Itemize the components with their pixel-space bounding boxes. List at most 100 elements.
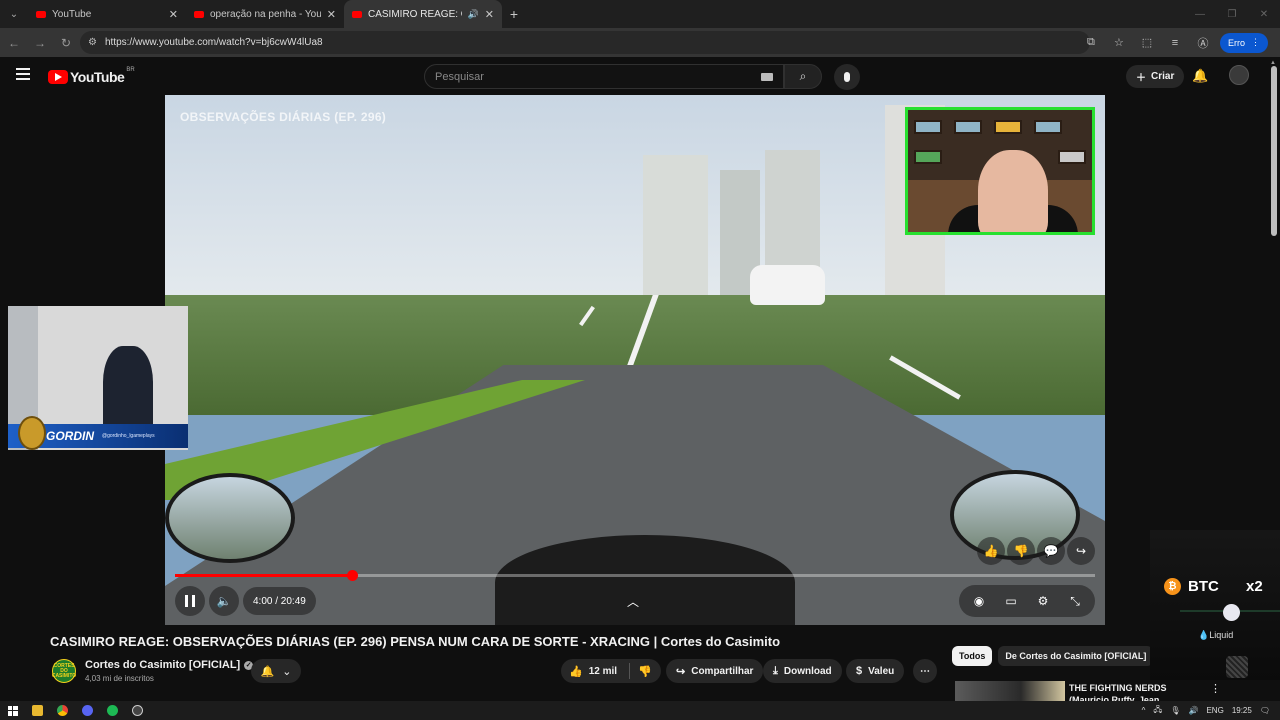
obs-icon[interactable]	[125, 701, 150, 720]
time-display: 4:00 / 20:49	[243, 587, 316, 615]
site-settings-icon[interactable]: ⚙	[88, 37, 97, 48]
volume-tray-icon[interactable]: 🔊	[1189, 706, 1199, 715]
like-count[interactable]: 12 mil	[589, 666, 617, 677]
back-arrow-icon[interactable]: ←	[2, 31, 26, 55]
chip-from-channel[interactable]: De Cortes do Casimito [OFICIAL]	[998, 646, 1154, 666]
keyboard-icon[interactable]	[761, 73, 773, 81]
tab-casimiro-reage[interactable]: CASIMIRO REAGE: OBSERV 🔊 ✕	[344, 0, 502, 28]
install-app-icon[interactable]: ⧉	[1080, 32, 1102, 54]
autoplay-toggle-icon[interactable]: ◉	[965, 587, 993, 615]
subscribed-bell-button[interactable]: 🔔 ⌄	[251, 659, 301, 683]
thumbs-up-icon[interactable]: 👍	[977, 537, 1005, 565]
minimize-icon[interactable]: —	[1184, 0, 1216, 28]
download-button[interactable]: ⤓ Download	[763, 659, 842, 683]
browser-toolbar: ← → ↻ ⚙ https://www.youtube.com/watch?v=…	[0, 28, 1280, 57]
comments-icon[interactable]: 💬	[1037, 537, 1065, 565]
search-input[interactable]: Pesquisar	[424, 64, 784, 89]
kebab-menu-icon[interactable]: ⋮	[1251, 37, 1260, 48]
media-control-icon[interactable]: ≡	[1164, 32, 1186, 54]
liquid-text: Liquid	[1209, 630, 1234, 640]
jersey-shelf	[994, 120, 1022, 134]
create-button[interactable]: ＋ Criar	[1126, 65, 1185, 88]
file-explorer-icon[interactable]	[25, 701, 50, 720]
chevron-up-icon[interactable]: ︿	[627, 593, 639, 610]
tab-operacao-na-penha[interactable]: operação na penha - YouTube ✕	[186, 0, 344, 28]
video-player[interactable]: OBSERVAÇÕES DIÁRIAS (EP. 296) 👍 👎 💬 ↪ 🔈 …	[165, 95, 1105, 625]
spotify-icon[interactable]	[100, 701, 125, 720]
language-indicator[interactable]: ENG	[1206, 706, 1223, 715]
reactor-face	[978, 150, 1048, 232]
share-arrow-icon[interactable]: ↪	[1067, 537, 1095, 565]
close-window-icon[interactable]: ✕	[1248, 0, 1280, 28]
tab-close-icon[interactable]: ✕	[327, 8, 336, 21]
mic-tray-icon[interactable]: 🎙	[1170, 706, 1180, 715]
new-tab-button[interactable]: +	[502, 6, 526, 22]
tab-search-chevron-icon[interactable]: ⌄	[0, 0, 28, 28]
voice-search-button[interactable]	[834, 64, 860, 90]
network-icon[interactable]: 🖧	[1153, 704, 1162, 718]
coin-label: BTC	[1188, 578, 1219, 595]
jersey-shelf	[914, 150, 942, 164]
chrome-icon[interactable]	[50, 701, 75, 720]
notifications-bell-icon[interactable]: 🔔	[1192, 68, 1208, 84]
recommendation-thumbnail[interactable]	[955, 681, 1065, 701]
subtitles-icon[interactable]: ▭	[997, 587, 1025, 615]
youtube-logo[interactable]: YouTube BR	[48, 67, 135, 85]
clock[interactable]: 19:25	[1232, 706, 1252, 715]
search-button[interactable]: ⌕	[784, 64, 822, 89]
reload-icon[interactable]: ↻	[54, 31, 78, 55]
tab-youtube[interactable]: YouTube ✕	[28, 0, 186, 28]
volume-icon[interactable]: 🔈	[209, 586, 239, 616]
profile-icon[interactable]: Ⓐ	[1192, 32, 1214, 54]
browser-tab-bar: ⌄ YouTube ✕ operação na penha - YouTube …	[0, 0, 1280, 28]
tab-close-icon[interactable]: ✕	[169, 8, 178, 21]
start-button[interactable]	[0, 701, 25, 720]
address-bar[interactable]: ⚙ https://www.youtube.com/watch?v=bj6cwW…	[80, 31, 1090, 54]
discord-icon[interactable]	[75, 701, 100, 720]
profile-error-chip[interactable]: Erro ⋮	[1219, 32, 1268, 53]
tray-chevron-icon[interactable]: ^	[1142, 706, 1146, 715]
jersey-shelf	[1034, 120, 1062, 134]
plus-icon: ＋	[1136, 73, 1146, 84]
blockstream-logo-icon	[1226, 656, 1248, 678]
like-icon[interactable]: 👍	[569, 665, 583, 678]
speaker-icon[interactable]: 🔊	[468, 9, 479, 20]
tab-close-icon[interactable]: ✕	[485, 8, 494, 21]
toggle-knob[interactable]	[1223, 604, 1240, 621]
channel-avatar[interactable]: CORTES DO CASIMITO	[52, 659, 76, 683]
recommendation-title[interactable]: THE FIGHTING NERDS (Mauricio Ruffy, Jean…	[1069, 682, 1189, 702]
bookmark-star-icon[interactable]: ☆	[1108, 32, 1130, 54]
download-icon: ⤓	[773, 664, 778, 677]
restore-icon[interactable]: ❐	[1216, 0, 1248, 28]
thumbs-down-icon[interactable]: 👎	[1007, 537, 1035, 565]
exit-fullscreen-icon[interactable]: ⤡	[1061, 587, 1089, 615]
progress-bar[interactable]	[175, 570, 1095, 581]
settings-gear-icon[interactable]: ⚙	[1029, 587, 1057, 615]
share-button[interactable]: ↪ Compartilhar	[666, 659, 764, 683]
video-title: CASIMIRO REAGE: OBSERVAÇÕES DIÁRIAS (EP.…	[50, 634, 781, 649]
hamburger-menu-icon[interactable]	[16, 68, 30, 80]
progress-scrubber[interactable]	[346, 570, 358, 581]
account-avatar[interactable]	[1229, 65, 1249, 85]
notification-center-icon[interactable]: 🗨	[1260, 706, 1270, 715]
dislike-icon[interactable]: 👎	[638, 665, 652, 678]
tab-title: operação na penha - YouTube	[210, 8, 321, 20]
share-icon: ↪	[676, 665, 686, 678]
youtube-favicon-icon	[194, 10, 204, 18]
system-tray: ^ 🖧 🎙 🔊 ENG 19:25 🗨	[1142, 701, 1270, 720]
chip-all[interactable]: Todos	[952, 646, 993, 666]
recommendation-menu-icon[interactable]: ⋮	[1210, 682, 1221, 695]
gaming-chair	[103, 346, 153, 436]
more-actions-button[interactable]: ⋯	[913, 659, 937, 683]
jersey-shelf	[1058, 150, 1086, 164]
extensions-icon[interactable]: ⬚	[1136, 32, 1158, 54]
download-label: Download	[783, 665, 832, 677]
page-scrollbar[interactable]	[1271, 66, 1277, 236]
forward-arrow-icon[interactable]: →	[28, 31, 52, 55]
pause-button[interactable]	[175, 586, 205, 616]
channel-name[interactable]: Cortes do Casimito [OFICIAL] ✓	[85, 659, 254, 671]
motorcycle-dashboard	[495, 535, 795, 625]
streamer-webcam-overlay: GORDIN @gordinho_lgameplays	[8, 306, 188, 450]
subscriber-count: 4,03 mi de inscritos	[85, 674, 154, 683]
thanks-button[interactable]: $ Valeu	[846, 659, 905, 683]
